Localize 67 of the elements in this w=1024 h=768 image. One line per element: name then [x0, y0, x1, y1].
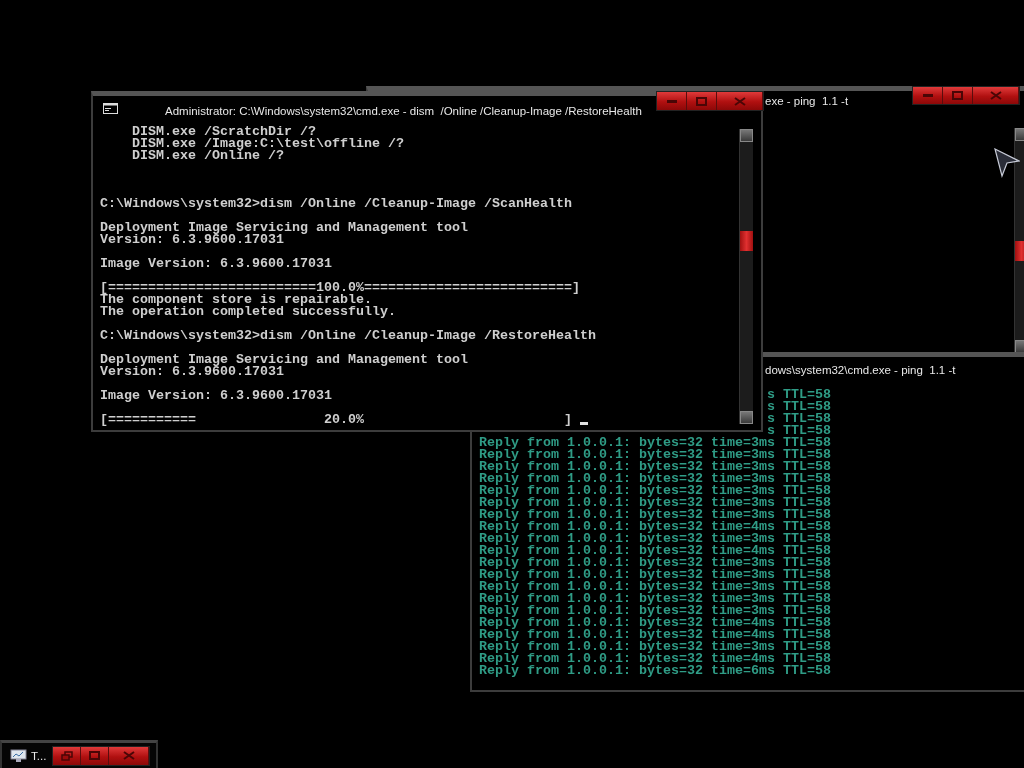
- maximize-button[interactable]: [81, 746, 109, 765]
- maximize-icon: [89, 751, 100, 760]
- scrollbar[interactable]: [739, 129, 753, 424]
- minimize-icon: [666, 99, 677, 103]
- console-line: s TTL=58: [767, 411, 831, 426]
- close-button[interactable]: [109, 746, 149, 765]
- console-line: Reply from 1.0.0.1: bytes=32 time=6ms TTL=58: [479, 665, 831, 677]
- maximize-icon: [696, 96, 707, 106]
- window-title: exe - ping 1.1 -t: [765, 95, 849, 107]
- console-line: Reply from 1.0.0.1: bytes=32 time=3ms TTL=58: [479, 437, 831, 449]
- console-line: Reply from 1.0.0.1: bytes=32 time=3ms TTL=58: [479, 461, 831, 473]
- console-line: [=========== 20.0% ]: [100, 414, 588, 426]
- console-line: DISM.exe /Image:C:\test\offline /?: [131, 138, 404, 150]
- console-line: Reply from 1.0.0.1: bytes=32 time=4ms TTL=58: [479, 653, 831, 665]
- console-line: Reply from 1.0.0.1: bytes=32 time=3ms TTL=58: [479, 449, 831, 461]
- console-line: Image Version: 6.3.9600.17031: [100, 258, 332, 270]
- monitor-icon: [10, 748, 27, 763]
- console-line: Deployment Image Servicing and Management tool: [100, 354, 468, 366]
- console-line: DISM.exe /Online /?: [131, 150, 284, 162]
- console-line: Reply from 1.0.0.1: bytes=32 time=3ms TTL=58: [479, 557, 831, 569]
- window-title: T...: [31, 749, 47, 762]
- scrollbar[interactable]: [1014, 128, 1024, 353]
- console-line: Reply from 1.0.0.1: bytes=32 time=3ms TTL=58: [479, 593, 831, 605]
- console-line: Reply from 1.0.0.1: bytes=32 time=4ms TTL=58: [479, 545, 831, 557]
- maximize-button[interactable]: [687, 92, 717, 110]
- restore-icon: [60, 750, 73, 761]
- console-line: DISM.exe /ScratchDir /?: [131, 126, 316, 138]
- console-line: Reply from 1.0.0.1: bytes=32 time=4ms TTL=58: [479, 617, 831, 629]
- console-line: Reply from 1.0.0.1: bytes=32 time=3ms TTL=58: [479, 641, 831, 653]
- console-line: Version: 6.3.9600.17031: [100, 234, 284, 246]
- window-title: Administrator: C:\Windows\system32\cmd.exe - dism /Online /Cleanup-Image /RestoreHealth: [165, 105, 642, 117]
- close-icon: [733, 96, 746, 106]
- restore-button[interactable]: [53, 746, 81, 765]
- console-line: Reply from 1.0.0.1: bytes=32 time=3ms TTL=58: [479, 509, 831, 521]
- minimize-button[interactable]: [913, 87, 943, 104]
- console-line: Reply from 1.0.0.1: bytes=32 time=4ms TTL=58: [479, 629, 831, 641]
- console-line: s TTL=58: [767, 423, 831, 438]
- console-line: Version: 6.3.9600.17031: [100, 366, 284, 378]
- minimize-icon: [922, 94, 933, 97]
- close-icon: [122, 751, 135, 760]
- minimized-window[interactable]: T...: [0, 740, 158, 768]
- window-title: dows\system32\cmd.exe - ping 1.1 -t: [765, 364, 956, 376]
- console-icon: [103, 103, 118, 114]
- console-line: Image Version: 6.3.9600.17031: [100, 390, 332, 402]
- minimize-button[interactable]: [657, 92, 687, 110]
- mouse-pointer-icon: [994, 148, 1020, 178]
- console-line: Reply from 1.0.0.1: bytes=32 time=4ms TTL=58: [479, 521, 831, 533]
- console-line: Reply from 1.0.0.1: bytes=32 time=3ms TTL=58: [479, 581, 831, 593]
- console-line: C:\Windows\system32>dism /Online /Cleanup-Image /RestoreHealth: [100, 330, 596, 342]
- maximize-icon: [952, 91, 963, 100]
- console-line: Reply from 1.0.0.1: bytes=32 time=3ms TTL=58: [479, 485, 831, 497]
- close-icon: [989, 91, 1002, 100]
- console-line: [==========================100.0%==========================]: [100, 282, 580, 294]
- console-line: Reply from 1.0.0.1: bytes=32 time=3ms TTL=58: [479, 533, 831, 545]
- console-line: Reply from 1.0.0.1: bytes=32 time=3ms TTL=58: [479, 605, 831, 617]
- console-line: The operation completed successfully.: [100, 306, 396, 318]
- console-line: Reply from 1.0.0.1: bytes=32 time=3ms TTL=58: [479, 497, 831, 509]
- console-line: s TTL=58: [767, 387, 831, 402]
- console-line: C:\Windows\system32>dism /Online /Cleanup-Image /ScanHealth: [100, 198, 572, 210]
- close-button[interactable]: [717, 92, 763, 110]
- console-line: Deployment Image Servicing and Management tool: [100, 222, 468, 234]
- console-line: Reply from 1.0.0.1: bytes=32 time=3ms TTL=58: [479, 569, 831, 581]
- console-line: s TTL=58: [767, 399, 831, 414]
- maximize-button[interactable]: [943, 87, 973, 104]
- console-line: Reply from 1.0.0.1: bytes=32 time=3ms TTL=58: [479, 473, 831, 485]
- console-line: The component store is repairable.: [100, 294, 372, 306]
- close-button[interactable]: [973, 87, 1019, 104]
